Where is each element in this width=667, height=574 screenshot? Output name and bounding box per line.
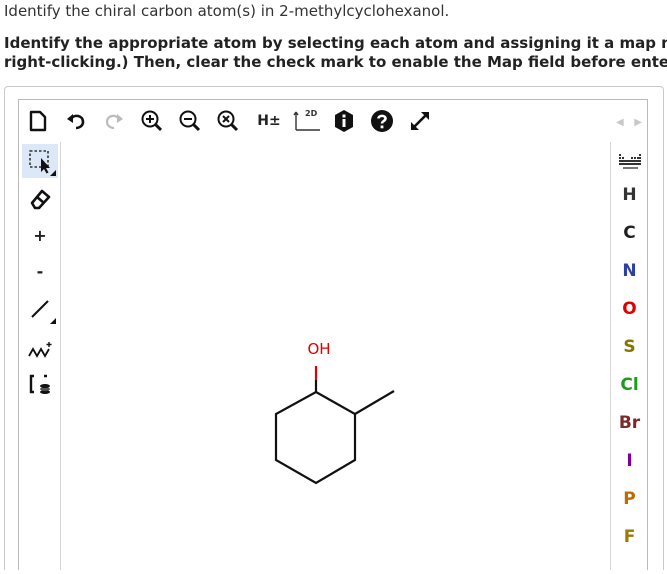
new-document-icon[interactable] (24, 107, 52, 135)
cyclohexane-ring (274, 390, 357, 485)
element-br-label: Br (618, 413, 641, 433)
instructions: Identify the appropriate atom by selecti… (4, 34, 667, 72)
question-text: Identify the chiral carbon atom(s) in 2-… (4, 2, 450, 20)
element-c-button[interactable]: C (611, 218, 648, 248)
zoom-reset-icon[interactable] (214, 107, 242, 135)
charge-minus-tool[interactable]: - (22, 254, 58, 288)
hydrogen-toggle-label: H± (257, 113, 281, 129)
element-f-button[interactable]: F (611, 522, 648, 552)
single-bond-tool[interactable] (22, 292, 58, 326)
molecule-drawing: OH (274, 340, 395, 485)
element-c-label: C (623, 223, 636, 243)
selection-tool[interactable] (22, 144, 58, 178)
element-br-button[interactable]: Br (611, 408, 648, 438)
charge-plus-tool[interactable]: + (22, 218, 58, 252)
methyl-bond (354, 390, 395, 415)
template-tool[interactable] (22, 368, 58, 402)
charge-plus-label: + (33, 225, 47, 245)
chain-tool[interactable] (22, 332, 58, 366)
clean-2d-label: 2D (305, 109, 318, 118)
clean-2d-button[interactable]: 2D (292, 107, 324, 135)
drawing-canvas[interactable]: OH (61, 142, 610, 570)
element-h-button[interactable]: H (611, 180, 648, 210)
element-f-label: F (623, 527, 636, 547)
element-p-button[interactable]: P (611, 484, 648, 514)
element-o-label: O (622, 299, 637, 319)
undo-icon[interactable] (62, 107, 90, 135)
zoom-in-icon[interactable] (138, 107, 166, 135)
left-toolbar: + - (20, 142, 61, 570)
zoom-out-icon[interactable] (176, 107, 204, 135)
hydroxyl-label: OH (307, 340, 330, 358)
element-p-label: P (623, 489, 636, 509)
scroll-left-icon[interactable]: ◀ (616, 117, 624, 128)
element-s-label: S (623, 337, 636, 357)
scroll-right-icon[interactable]: ▶ (634, 117, 642, 128)
element-cl-label: Cl (620, 375, 639, 395)
instructions-line-2: right-clicking.) Then, clear the check m… (4, 53, 667, 71)
element-o-button[interactable]: O (611, 294, 648, 324)
redo-icon[interactable] (100, 107, 128, 135)
element-n-label: N (622, 261, 637, 281)
fullscreen-icon[interactable] (406, 107, 434, 135)
element-h-label: H (622, 185, 637, 205)
info-icon[interactable] (330, 107, 358, 135)
top-toolbar: H± 2D (20, 101, 620, 141)
eraser-tool[interactable] (22, 182, 58, 216)
hydrogen-toggle-button[interactable]: H± (252, 107, 286, 135)
element-s-button[interactable]: S (611, 332, 648, 362)
instructions-line-1: Identify the appropriate atom by selecti… (4, 34, 667, 52)
toolbar-scroll-arrows[interactable]: ◀ ▶ (616, 113, 642, 131)
element-i-label: I (626, 451, 633, 471)
element-i-button[interactable]: I (611, 446, 648, 476)
selection-tool-corner (50, 170, 56, 176)
element-toolbar: H C N O S Cl Br I P F (610, 142, 648, 570)
element-n-button[interactable]: N (611, 256, 648, 286)
element-cl-button[interactable]: Cl (611, 370, 648, 400)
periodic-table-icon[interactable] (611, 144, 648, 178)
charge-minus-label: - (36, 261, 44, 281)
single-bond-tool-corner (50, 318, 56, 324)
help-icon[interactable] (368, 107, 396, 135)
